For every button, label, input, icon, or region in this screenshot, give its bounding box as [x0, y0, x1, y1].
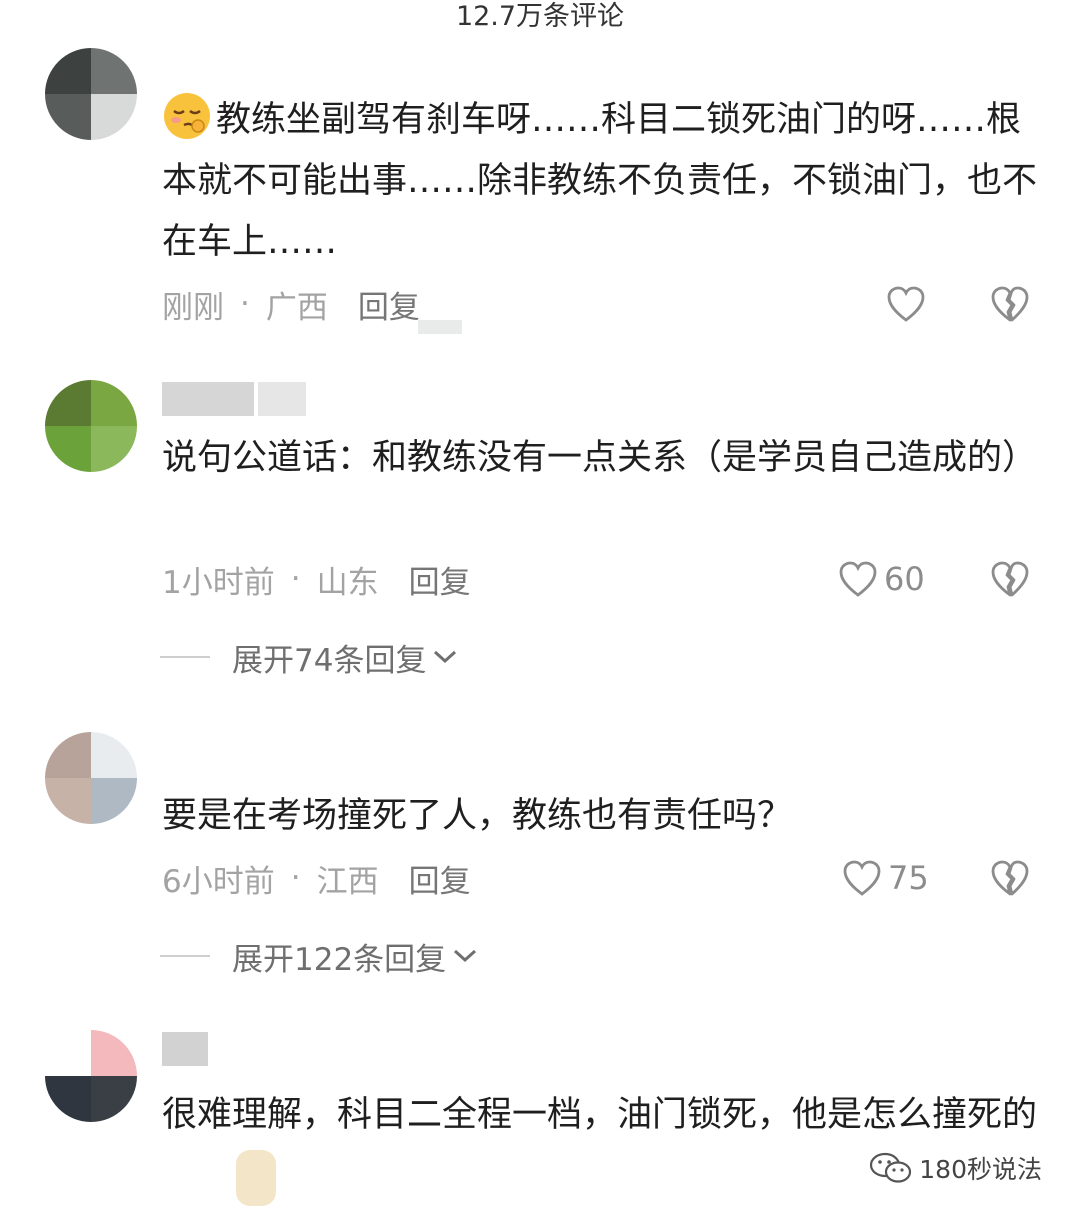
like-count: 75 — [888, 859, 929, 897]
watermark-label: 180秒说法 — [919, 1155, 1042, 1184]
expand-label: 展开122条回复 — [232, 941, 447, 978]
chevron-down-icon — [454, 949, 477, 963]
like-button[interactable] — [886, 282, 926, 326]
reply-button[interactable]: 回复 — [409, 856, 471, 901]
reply-button[interactable]: 回复 — [409, 557, 471, 602]
avatar[interactable] — [45, 48, 137, 140]
meta-separator: · — [240, 286, 250, 322]
broken-heart-icon[interactable] — [990, 858, 1030, 898]
nickname-blurred — [162, 382, 306, 416]
comment-text: 很难理解，科目二全程一档，油门锁死，他是怎么撞死的 — [162, 1095, 1038, 1135]
comment-text: 说句公道话：和教练没有一点关系（是学员自己造成的） — [162, 438, 1038, 478]
broken-heart-icon[interactable] — [990, 284, 1030, 324]
comment-count-header: 12.7万条评论 — [455, 1, 625, 32]
chevron-down-icon — [434, 650, 457, 664]
expand-replies-button[interactable]: 展开74条回复 — [160, 635, 458, 679]
comment-text: 要是在考场撞死了人，教练也有责任吗？ — [162, 796, 793, 836]
comment-meta: 刚刚 · 广西 回复 — [162, 282, 420, 326]
divider-line — [160, 656, 210, 658]
heart-outline-icon — [887, 286, 925, 322]
avatar[interactable] — [45, 1030, 137, 1122]
expand-replies-button[interactable]: 展开122条回复 — [160, 934, 478, 978]
divider-line — [160, 955, 210, 957]
comment-meta: 1小时前 · 山东 回复 — [162, 557, 471, 601]
heart-outline-icon — [839, 561, 877, 597]
meta-separator: · — [290, 860, 301, 896]
broken-heart-icon[interactable] — [990, 559, 1030, 599]
comment-meta: 6小时前 · 江西 回复 — [162, 856, 471, 900]
avatar[interactable] — [45, 380, 137, 472]
comment-time: 1小时前 — [162, 564, 275, 601]
comment-location: 江西 — [316, 863, 379, 900]
comment-time: 刚刚 — [162, 289, 224, 326]
comment-body: 教练坐副驾有刹车呀……科目二锁死油门的呀……根本就不可能出事……除非教练不负责任… — [162, 100, 1038, 262]
like-button[interactable]: 75 — [842, 856, 929, 900]
comment-time: 6小时前 — [162, 863, 275, 900]
comment-location: 山东 — [316, 564, 379, 601]
relieved-face-emoji — [162, 91, 212, 141]
blurred-emoji — [236, 1150, 276, 1206]
heart-outline-icon — [843, 860, 881, 896]
like-button[interactable]: 60 — [838, 557, 925, 601]
meta-separator: · — [290, 561, 301, 597]
expand-label: 展开74条回复 — [232, 642, 427, 679]
watermark: 180秒说法 — [869, 1148, 1042, 1188]
comment-text: 教练坐副驾有刹车呀……科目二锁死油门的呀……根本就不可能出事……除非教练不负责任… — [162, 90, 1052, 273]
comment-location: 广西 — [265, 289, 328, 326]
blurred-region — [418, 320, 462, 334]
avatar[interactable] — [45, 732, 137, 824]
reply-button[interactable]: 回复 — [358, 282, 420, 327]
nickname-blurred — [162, 1032, 208, 1066]
wechat-icon — [870, 1152, 912, 1183]
like-count: 60 — [884, 560, 925, 598]
